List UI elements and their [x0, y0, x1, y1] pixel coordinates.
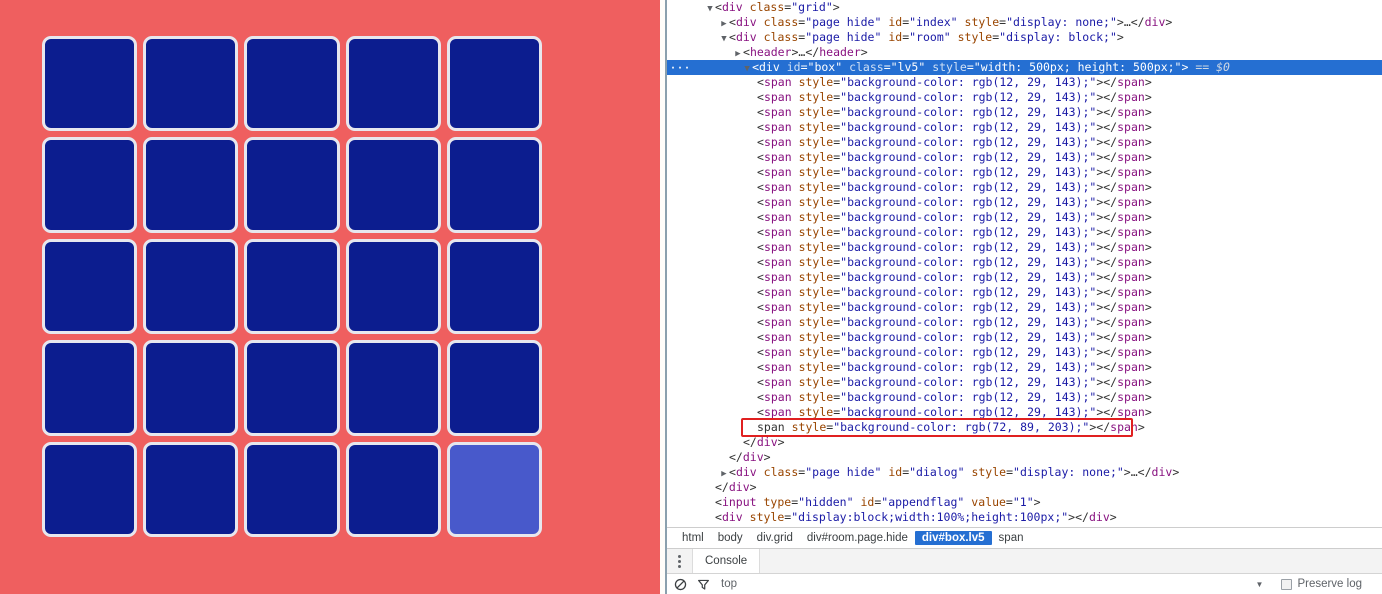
node-ellipsis-badge[interactable]: ···	[667, 61, 694, 76]
preserve-log-option[interactable]: Preserve log	[1281, 578, 1362, 590]
dom-node[interactable]: ·<input type="hidden" id="appendflag" va…	[667, 495, 1382, 510]
dom-node[interactable]: ▶ <header>…</header>	[667, 45, 1382, 60]
preserve-log-label: Preserve log	[1297, 578, 1362, 590]
dom-node[interactable]: ·<span style="background-color: rgb(12, …	[667, 150, 1382, 165]
grid-cell[interactable]	[42, 340, 138, 436]
grid-cell[interactable]	[143, 36, 239, 132]
grid-cell[interactable]	[244, 36, 340, 132]
devtools-panel: ▼ <div class="grid"> ▶ <div class="page hid…	[667, 0, 1382, 594]
dom-node[interactable]: ·<span style="background-color: rgb(12, …	[667, 75, 1382, 90]
breadcrumb-item-3[interactable]: div#room.page.hide	[800, 531, 915, 545]
dom-node[interactable]: ▶ <div class="page hide" id="dialog" styl…	[667, 465, 1382, 480]
dom-node[interactable]: ▶ <div class="page hide" id="index" style…	[667, 15, 1382, 30]
dom-node[interactable]: ·<span style="background-color: rgb(12, …	[667, 390, 1382, 405]
grid-cell[interactable]	[446, 137, 542, 233]
dom-node[interactable]: ·<span style="background-color: rgb(12, …	[667, 195, 1382, 210]
dom-node[interactable]: ·<span style="background-color: rgb(12, …	[667, 225, 1382, 240]
grid-cell[interactable]	[42, 137, 138, 233]
breadcrumb: html body div.grid div#room.page.hide div#bo…	[667, 527, 1382, 548]
grid-cell[interactable]	[345, 36, 441, 132]
dom-node[interactable]: ·<span style="background-color: rgb(12, …	[667, 105, 1382, 120]
devtools-window: ▼ <div class="grid"> ▶ <div class="page hid…	[0, 0, 1382, 594]
grid-cell[interactable]	[42, 36, 138, 132]
page-viewport	[0, 0, 660, 594]
dom-node[interactable]: ·<span style="background-color: rgb(12, …	[667, 375, 1382, 390]
dom-node[interactable]: ·</div>	[667, 450, 1382, 465]
grid-cell[interactable]	[42, 238, 138, 335]
dom-node-selected[interactable]: ··· ▼ <div id="box" class="lv5" style="wid…	[667, 60, 1382, 75]
dom-node[interactable]: ·<span style="background-color: rgb(12, …	[667, 135, 1382, 150]
grid-box[interactable]	[42, 36, 542, 537]
dom-node[interactable]: ·<span style="background-color: rgb(12, …	[667, 300, 1382, 315]
grid-cell[interactable]	[244, 137, 340, 233]
dom-node[interactable]: ▼ <div class="grid">	[667, 0, 1382, 15]
dom-node[interactable]: ·<span style="background-color: rgb(12, …	[667, 120, 1382, 135]
grid-cell[interactable]	[446, 36, 542, 132]
dom-node[interactable]: ·<span style="background-color: rgb(12, …	[667, 255, 1382, 270]
grid-cell-highlighted[interactable]	[446, 441, 542, 537]
grid-cell[interactable]	[244, 340, 340, 436]
tab-console-label: Console	[705, 555, 748, 567]
preserve-log-checkbox[interactable]	[1281, 578, 1293, 590]
breadcrumb-item-0[interactable]: html	[675, 531, 711, 545]
dom-node[interactable]: ·<span style="background-color: rgb(12, …	[667, 90, 1382, 105]
breadcrumb-item-4[interactable]: div#box.lv5	[914, 531, 992, 545]
grid-cell[interactable]	[244, 441, 340, 537]
breadcrumb-item-1[interactable]: body	[711, 531, 750, 545]
console-drawer: Console top ▼ Preserve log	[667, 548, 1382, 594]
grid-cell[interactable]	[345, 238, 441, 335]
grid-cell[interactable]	[143, 441, 239, 537]
dom-tree-view[interactable]: ▼ <div class="grid"> ▶ <div class="page hid…	[667, 0, 1382, 527]
filter-icon[interactable]	[696, 577, 711, 592]
dom-node[interactable]: ·<span style="background-color: rgb(12, …	[667, 240, 1382, 255]
grid-cell[interactable]	[345, 441, 441, 537]
dom-node[interactable]: ·<span style="background-color: rgb(12, …	[667, 270, 1382, 285]
dom-node[interactable]: ·</div>	[667, 435, 1382, 450]
grid-cell[interactable]	[244, 238, 340, 335]
chevron-down-icon[interactable]: ▼	[1256, 580, 1264, 589]
dom-node[interactable]: ·<span style="background-color: rgb(12, …	[667, 315, 1382, 330]
grid-cell[interactable]	[345, 137, 441, 233]
console-toolbar: top ▼ Preserve log	[667, 574, 1382, 594]
dom-node[interactable]: ·<span style="background-color: rgb(12, …	[667, 165, 1382, 180]
breadcrumb-item-2[interactable]: div.grid	[750, 531, 800, 545]
dom-node[interactable]: ·<span style="background-color: rgb(12, …	[667, 360, 1382, 375]
more-options-icon[interactable]	[667, 549, 693, 573]
drawer-tab-bar: Console	[667, 549, 1382, 574]
dom-node[interactable]: ·<span style="background-color: rgb(12, …	[667, 330, 1382, 345]
console-context-selector[interactable]: top	[721, 578, 737, 590]
dom-node[interactable]: ·</div>	[667, 480, 1382, 495]
tab-console[interactable]: Console	[693, 549, 761, 573]
breadcrumb-item-5[interactable]: span	[992, 531, 1031, 545]
grid-cell[interactable]	[42, 441, 138, 537]
dom-node[interactable]: ·<span style="background-color: rgb(12, …	[667, 210, 1382, 225]
dom-node[interactable]: ·span style="background-color: rgb(72, 8…	[667, 420, 1382, 435]
dom-node[interactable]: ·<span style="background-color: rgb(12, …	[667, 345, 1382, 360]
clear-console-icon[interactable]	[673, 577, 688, 592]
dom-node[interactable]: ▼ <div class="page hide" id="room" style=…	[667, 30, 1382, 45]
grid-cell[interactable]	[446, 340, 542, 436]
dom-node[interactable]: ·<span style="background-color: rgb(12, …	[667, 285, 1382, 300]
dom-node[interactable]: ·<span style="background-color: rgb(12, …	[667, 405, 1382, 420]
grid-cell[interactable]	[143, 137, 239, 233]
grid-cell[interactable]	[143, 238, 239, 335]
grid-cell[interactable]	[143, 340, 239, 436]
grid-cell[interactable]	[345, 340, 441, 436]
grid-cell[interactable]	[446, 238, 542, 335]
dom-node[interactable]: ·<div style="display:block;width:100%;he…	[667, 510, 1382, 525]
dom-node[interactable]: ·<span style="background-color: rgb(12, …	[667, 180, 1382, 195]
